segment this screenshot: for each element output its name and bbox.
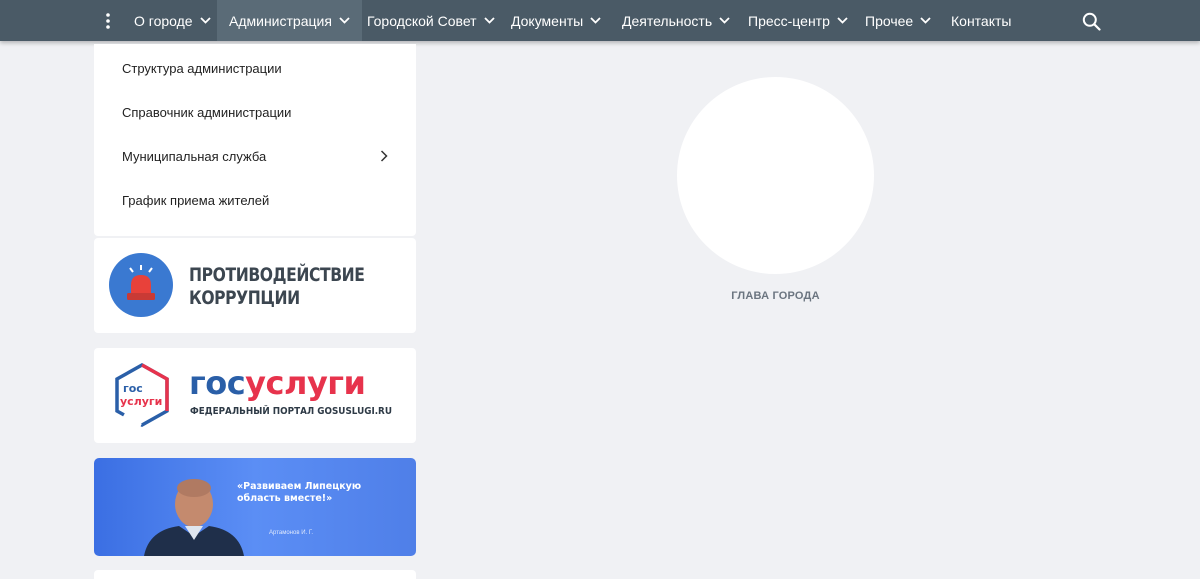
head-of-city-caption[interactable]: ГЛАВА ГОРОДА [677, 290, 874, 302]
gosuslugi-banner[interactable]: гос услуги госуслуги ФЕДЕРАЛЬНЫЙ ПОРТАЛ … [94, 348, 416, 443]
nav-item-documents[interactable]: Документы [499, 0, 613, 41]
anticorruption-banner[interactable]: ПРОТИВОДЕЙСТВИЕ КОРРУПЦИИ [94, 238, 416, 333]
nav-item-city-council[interactable]: Городской Совет [355, 0, 507, 41]
anticorruption-line2: КОРРУПЦИИ [189, 287, 300, 309]
nav-item-administration[interactable]: Администрация [217, 0, 362, 41]
dropdown-item-reception-schedule[interactable]: График приема жителей [122, 193, 269, 208]
chevron-down-icon [483, 17, 495, 24]
nav-item-press-center[interactable]: Пресс-центр [736, 0, 860, 41]
chevron-down-icon [719, 17, 730, 24]
administration-dropdown-menu: Структура администрации Справочник админ… [94, 44, 416, 236]
chevron-right-icon[interactable] [380, 149, 390, 163]
nav-item-contacts[interactable]: Контакты [939, 0, 1023, 41]
nav-item-label: Деятельность [622, 12, 713, 29]
head-of-city-photo[interactable] [677, 77, 874, 274]
gosuslugi-title: госуслуги [189, 364, 366, 402]
nav-item-about-city[interactable]: О городе [122, 0, 223, 41]
nav-item-label: О городе [134, 12, 193, 29]
gosuslugi-logo-line1: гос [123, 382, 143, 395]
search-icon[interactable] [1078, 8, 1104, 34]
nav-item-label: Документы [511, 12, 584, 29]
nav-item-label: Пресс-центр [748, 12, 830, 29]
chevron-down-icon [199, 17, 211, 24]
gosuslugi-title-part1: гос [189, 364, 246, 402]
vertical-dots-icon[interactable] [96, 0, 120, 41]
gosuslugi-logo-line2: услуги [120, 395, 162, 408]
chevron-down-icon [590, 17, 601, 24]
next-banner-card [94, 570, 416, 579]
chevron-down-icon [339, 17, 350, 24]
banner-quote: «Развиваем Липецкую область вместе!» [237, 481, 362, 504]
dropdown-item-directory[interactable]: Справочник администрации [122, 105, 291, 120]
gosuslugi-subtitle: ФЕДЕРАЛЬНЫЙ ПОРТАЛ GOSUSLUGI.RU [190, 406, 392, 417]
governor-photo [139, 474, 249, 556]
top-navigation: О городе Администрация Городской Совет Д… [0, 0, 1200, 41]
gosuslugi-logo: гос услуги [112, 362, 172, 428]
dropdown-item-structure[interactable]: Структура администрации [122, 61, 282, 76]
dropdown-item-municipal-service[interactable]: Муниципальная служба [122, 149, 266, 164]
nav-item-label: Городской Совет [367, 12, 477, 29]
gosuslugi-title-part2: услуги [245, 364, 366, 402]
siren-icon [109, 253, 173, 317]
nav-item-label: Прочее [865, 12, 914, 29]
region-banner[interactable]: «Развиваем Липецкую область вместе!» Арт… [94, 458, 416, 556]
chevron-down-icon [837, 17, 848, 24]
nav-item-label: Администрация [229, 12, 332, 29]
nav-item-label: Контакты [951, 12, 1012, 29]
nav-item-activity[interactable]: Деятельность [610, 0, 742, 41]
banner-signature: Артамонов И. Г. [269, 530, 314, 536]
anticorruption-line1: ПРОТИВОДЕЙСТВИЕ [189, 264, 365, 286]
anticorruption-title: ПРОТИВОДЕЙСТВИЕ КОРРУПЦИИ [189, 264, 365, 310]
nav-item-other[interactable]: Прочее [853, 0, 943, 41]
chevron-down-icon [920, 17, 931, 24]
